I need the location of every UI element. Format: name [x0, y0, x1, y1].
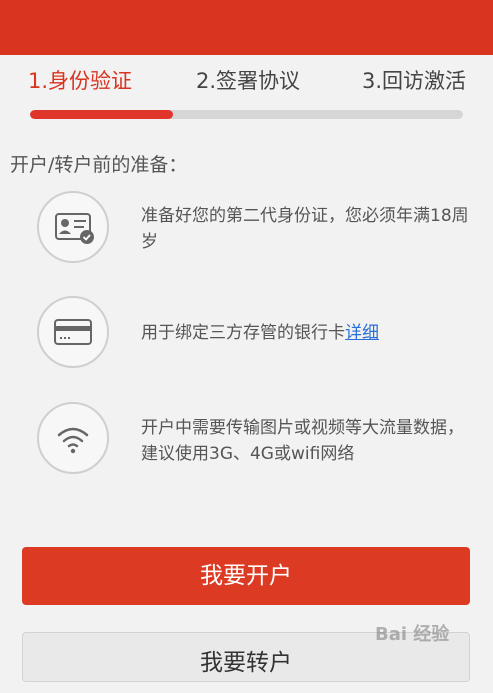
step-sign-agreement: 2.签署协议 — [196, 69, 301, 93]
bank-card-icon — [37, 296, 109, 368]
requirement-id-card-text: 准备好您的第二代身份证，您必须年满18周岁 — [141, 206, 469, 252]
requirement-bank-card-text: 用于绑定三方存管的银行卡详细 — [141, 320, 471, 346]
progress-bar-fill — [30, 110, 173, 119]
step-identity-verification: 1.身份验证 — [28, 69, 133, 93]
top-bar — [0, 0, 493, 55]
progress-bar — [30, 110, 463, 119]
details-link[interactable]: 详细 — [345, 323, 379, 343]
open-account-button[interactable]: 我要开户 — [22, 547, 470, 605]
wifi-icon — [37, 402, 109, 474]
step-callback-activation: 3.回访激活 — [362, 69, 467, 93]
bank-card-description: 用于绑定三方存管的银行卡 — [141, 323, 345, 343]
requirement-network-text: 开户中需要传输图片或视频等大流量数据，建议使用3G、4G或wifi网络 — [141, 418, 464, 464]
id-card-icon — [37, 191, 109, 263]
section-title: 开户/转户前的准备： — [10, 154, 188, 176]
baidu-watermark: Bai 经验 — [375, 624, 450, 645]
